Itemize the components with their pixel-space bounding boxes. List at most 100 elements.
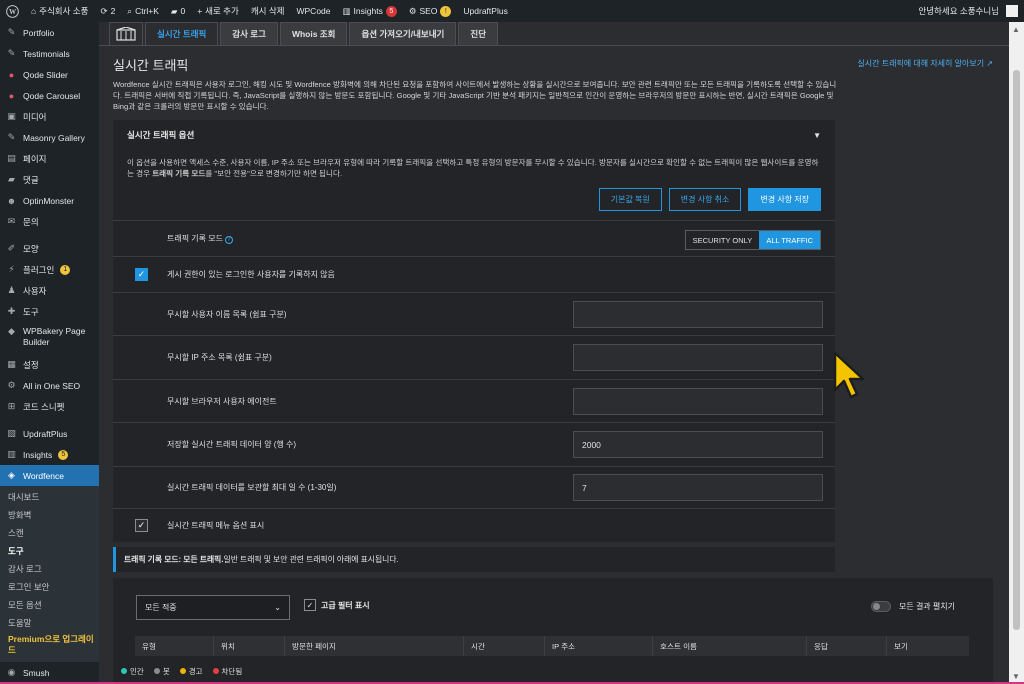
mail-icon: ✉ <box>7 216 16 226</box>
smush-icon: ◉ <box>7 667 16 677</box>
submenu-upgrade-premium[interactable]: Premium으로 업그레이드 <box>0 632 99 658</box>
pin-icon: ✎ <box>7 132 16 142</box>
seo-badge: ! <box>440 5 452 17</box>
site-name-link[interactable]: ⌂ 주식회사 소풍 <box>25 0 94 22</box>
page-description: Wordfence 실시간 트래픽은 사용자 로그인, 해킹 시도 및 Word… <box>113 80 837 111</box>
page-icon: ▤ <box>7 153 16 163</box>
submenu-all-options[interactable]: 모든 옵션 <box>0 596 99 614</box>
learn-more-link[interactable]: 실시간 트래픽에 대해 자세히 알아보기 ↗ <box>857 58 993 69</box>
sidebar-item-media[interactable]: ▣ 미디어 <box>0 106 99 127</box>
help-icon[interactable]: ? <box>224 236 233 244</box>
account-menu[interactable]: 안녕하세요 소풍수니님 <box>912 0 1024 22</box>
sidebar-item-optinmonster[interactable]: ☻ OptinMonster <box>0 190 99 211</box>
tab-live-traffic[interactable]: 실시간 트래픽 <box>145 22 219 45</box>
new-content-link[interactable]: + 새로 추가 <box>191 0 245 22</box>
updraft-icon: ▧ <box>7 428 16 438</box>
options-panel-header[interactable]: 실시간 트래픽 옵션 ▼ <box>113 120 835 150</box>
col-location[interactable]: 위치 <box>214 636 285 656</box>
tab-audit-log[interactable]: 감사 로그 <box>220 22 278 45</box>
tab-diagnostics[interactable]: 진단 <box>458 22 499 45</box>
sidebar-item-wpbakery[interactable]: ◆ WPBakery Page Builder <box>0 322 99 354</box>
ignore-ua-row: 무시할 브라우저 사용자 에이전트 <box>113 379 835 422</box>
search-icon: ⌕ <box>127 5 133 16</box>
media-icon: ▣ <box>7 111 16 121</box>
no-log-editors-checkbox[interactable]: ✓ <box>135 268 148 281</box>
submenu-firewall[interactable]: 방화벽 <box>0 506 99 524</box>
expand-all-toggle[interactable] <box>871 601 891 612</box>
sidebar-item-comments[interactable]: ▰ 댓글 <box>0 169 99 190</box>
mode-all-traffic[interactable]: ALL TRAFFIC <box>759 231 820 249</box>
sidebar-item-testimonials[interactable]: ✎ Testimonials <box>0 43 99 64</box>
sidebar-item-contact[interactable]: ✉ 문의 <box>0 211 99 232</box>
dot-icon <box>153 668 160 674</box>
command-palette-link[interactable]: ⌕ Ctrl+K <box>121 0 165 22</box>
col-hostname[interactable]: 호스트 이름 <box>653 636 807 656</box>
col-type[interactable]: 유형 <box>135 636 214 656</box>
submenu-help[interactable]: 도움말 <box>0 614 99 632</box>
mode-security-only[interactable]: SECURITY ONLY <box>686 231 760 249</box>
pin-icon: ✎ <box>7 27 16 37</box>
submenu-scan[interactable]: 스캔 <box>0 524 99 542</box>
submenu-tools[interactable]: 도구 <box>0 542 99 560</box>
scroll-down-icon[interactable]: ▼ <box>1012 672 1020 681</box>
submenu-login-security[interactable]: 로그인 보안 <box>0 578 99 596</box>
col-view[interactable]: 보기 <box>887 636 969 656</box>
hit-filter-select[interactable]: 모든 적중 ⌄ <box>136 595 290 620</box>
sidebar-item-insights[interactable]: ▥ Insights 5 <box>0 444 99 465</box>
comments-link[interactable]: ▰ 0 <box>165 0 191 22</box>
sidebar-item-pages[interactable]: ▤ 페이지 <box>0 148 99 169</box>
sidebar-item-settings[interactable]: ▦ 설정 <box>0 354 99 375</box>
insights-link[interactable]: ▥ Insights 5 <box>337 0 403 22</box>
save-changes-button[interactable]: 변경 사항 저장 <box>748 188 821 211</box>
sidebar-item-appearance[interactable]: ✐ 모양 <box>0 238 99 259</box>
col-page-visited[interactable]: 방문한 페이지 <box>285 636 464 656</box>
dot-icon <box>121 668 127 674</box>
submenu-dashboard[interactable]: 대시보드 <box>0 488 99 506</box>
traffic-mode-label: 트래픽 기록 모드? <box>167 233 233 244</box>
sidebar-item-users[interactable]: ♟ 사용자 <box>0 280 99 301</box>
ignore-ua-input[interactable] <box>573 388 823 415</box>
advanced-filter-toggle[interactable]: ✓ 고급 필터 표시 <box>304 599 370 611</box>
updates-link[interactable]: ⟳ 2 <box>94 0 121 22</box>
sidebar-item-aioseo[interactable]: ⚙ All in One SEO <box>0 375 99 396</box>
sidebar-item-plugins[interactable]: ⚡ 플러그인 1 <box>0 259 99 280</box>
seo-link[interactable]: ⚙ SEO ! <box>403 0 458 22</box>
sidebar-item-qode-slider[interactable]: ● Qode Slider <box>0 64 99 85</box>
col-time[interactable]: 시간 <box>464 636 545 656</box>
max-rows-input[interactable]: 2000 <box>573 431 823 458</box>
user-icon: ♟ <box>7 285 16 295</box>
sidebar-item-updraftplus[interactable]: ▧ UpdraftPlus <box>0 423 99 444</box>
col-ip-address[interactable]: IP 주소 <box>545 636 653 656</box>
wordpress-logo-icon[interactable]: W <box>0 0 25 22</box>
max-days-row: 실시간 트래픽 데이터를 보관할 최대 일 수 (1-30일) 7 <box>113 466 835 508</box>
wpcode-link[interactable]: WPCode <box>290 0 336 22</box>
sidebar-item-smush[interactable]: ◉ Smush <box>0 662 99 683</box>
sidebar-item-portfolio[interactable]: ✎ Portfolio <box>0 22 99 43</box>
restore-defaults-button[interactable]: 기본값 복원 <box>598 188 662 211</box>
submenu-audit-log[interactable]: 감사 로그 <box>0 560 99 578</box>
wordfence-submenu: 대시보드 방화벽 스캔 도구 감사 로그 로그인 보안 모든 옵션 도움말 Pr… <box>0 486 99 662</box>
appearance-icon: ✐ <box>7 243 16 253</box>
page-scrollbar[interactable]: ▲ ▼ <box>1009 22 1024 684</box>
cache-clear-link[interactable]: 캐시 삭제 <box>245 0 291 22</box>
sidebar-item-tools[interactable]: ✚ 도구 <box>0 301 99 322</box>
sidebar-item-code-snippets[interactable]: ⊞ 코드 스니펫 <box>0 396 99 417</box>
tab-whois[interactable]: Whois 조회 <box>279 22 348 45</box>
col-response[interactable]: 응답 <box>807 636 887 656</box>
sidebar-item-masonry-gallery[interactable]: ✎ Masonry Gallery <box>0 127 99 148</box>
tab-import-export[interactable]: 옵션 가져오기/내보내기 <box>349 22 457 45</box>
scrollbar-thumb[interactable] <box>1013 70 1020 630</box>
caret-down-icon: ▼ <box>813 130 821 140</box>
updraft-link[interactable]: UpdraftPlus <box>457 0 513 22</box>
show-menu-checkbox[interactable]: ✓ <box>135 519 148 532</box>
sidebar-item-qode-carousel[interactable]: ● Qode Carousel <box>0 85 99 106</box>
ignore-users-input[interactable] <box>573 301 823 328</box>
ignore-ips-input[interactable] <box>573 344 823 371</box>
cancel-changes-button[interactable]: 변경 사항 취소 <box>668 188 742 211</box>
advanced-filter-checkbox[interactable]: ✓ <box>304 599 316 611</box>
settings-icon: ▦ <box>7 359 16 369</box>
max-days-input[interactable]: 7 <box>573 474 823 501</box>
sidebar-item-wordfence[interactable]: ◈ Wordfence <box>0 465 99 486</box>
expand-all-control[interactable]: 모든 결과 펼치기 <box>871 601 955 612</box>
scroll-up-icon[interactable]: ▲ <box>1012 25 1020 34</box>
